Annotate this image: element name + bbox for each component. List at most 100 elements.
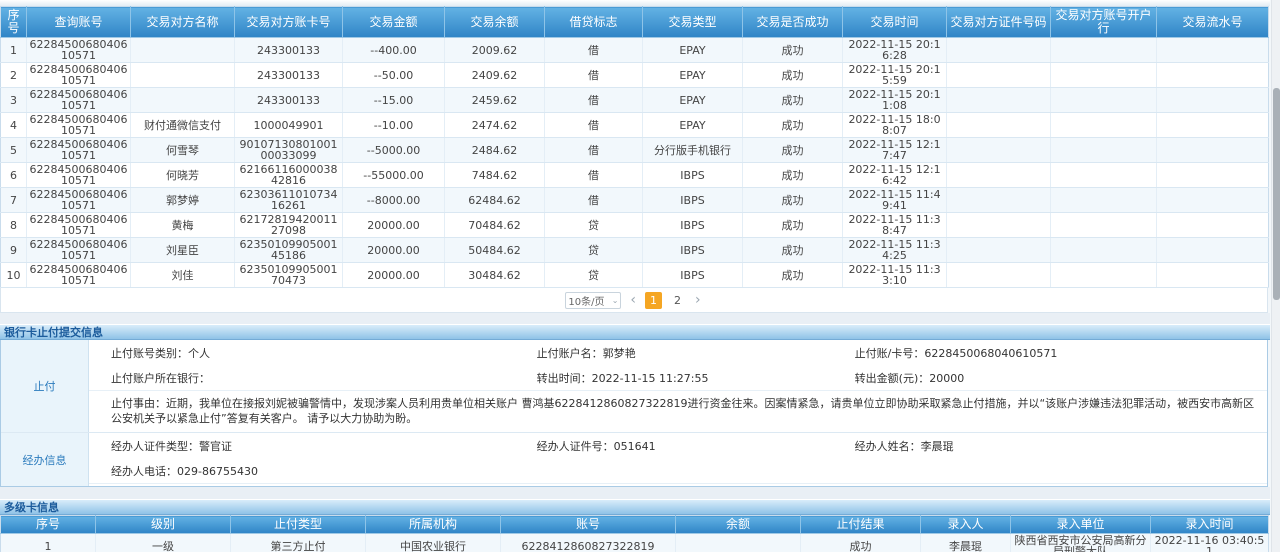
cell-balance: 2484.62 (445, 138, 545, 163)
cell-balance: 62484.62 (445, 188, 545, 213)
cell-bank (1051, 138, 1157, 163)
cell-serial (1157, 138, 1269, 163)
column-header: 录入人 (921, 516, 1011, 534)
cell-flag: 贷 (545, 263, 643, 288)
cell-amount: 20000.00 (343, 263, 445, 288)
cell-account: 6228450068040610571 (27, 38, 131, 63)
cell-name (131, 38, 235, 63)
column-header: 序号 (1, 516, 96, 534)
pagination-bar: 10条/页 ⌄ ‹ 1 2 › (0, 288, 1268, 313)
chevron-down-icon: ⌄ (612, 296, 619, 305)
cell-card: 9010713080100100033099 (235, 138, 343, 163)
cell-bank (1051, 113, 1157, 138)
field-operator-cert-no: 经办人证件号：051641 (537, 438, 855, 454)
cell-card: 6230361101073416261 (235, 188, 343, 213)
next-page-button[interactable]: › (693, 293, 703, 307)
cell-success: 成功 (743, 188, 843, 213)
cell-amount: --5000.00 (343, 138, 445, 163)
table-row: 46228450068040610571财付通微信支付1000049901--1… (1, 113, 1269, 138)
cell-flag: 借 (545, 63, 643, 88)
transactions-table: 序号查询账号交易对方名称交易对方账卡号交易金额交易余额借贷标志交易类型交易是否成… (0, 6, 1269, 288)
cell-account: 6228450068040610571 (27, 63, 131, 88)
cell-name: 刘星臣 (131, 238, 235, 263)
cell-bank (1051, 38, 1157, 63)
table-row: 96228450068040610571刘星臣62350109905001451… (1, 238, 1269, 263)
page-size-select[interactable]: 10条/页 ⌄ (565, 292, 621, 309)
prev-page-button[interactable]: ‹ (628, 293, 638, 307)
page-button-2[interactable]: 2 (669, 292, 686, 309)
cell-type: 分行版手机银行 (643, 138, 743, 163)
cell-flag: 贷 (545, 213, 643, 238)
cell-cert (947, 188, 1051, 213)
cell-time: 2022-11-16 03:40:51 (1151, 534, 1269, 552)
field-account-type: 止付账号类别：个人 (89, 345, 537, 361)
cell-bank (1051, 188, 1157, 213)
stop-payment-panel: 止付 止付账号类别：个人 止付账户名：郭梦艳 止付账/卡号：6228450068… (0, 340, 1268, 487)
column-header: 交易是否成功 (743, 7, 843, 38)
cell-success: 成功 (743, 63, 843, 88)
column-header: 余额 (676, 516, 801, 534)
cell-type: EPAY (643, 88, 743, 113)
column-header: 序号 (1, 7, 27, 38)
field-account-name: 止付账户名：郭梦艳 (537, 345, 855, 361)
field-operator-name: 经办人姓名：李晨琨 (855, 438, 1267, 454)
cell-seq: 9 (1, 238, 27, 263)
cell-seq: 1 (1, 534, 96, 552)
cell-balance (676, 534, 801, 552)
cell-account: 6228450068040610571 (27, 113, 131, 138)
cell-time: 2022-11-15 18:08:07 (843, 113, 947, 138)
table-row: 66228450068040610571何晓芳62166116000038428… (1, 163, 1269, 188)
page: 序号查询账号交易对方名称交易对方账卡号交易金额交易余额借贷标志交易类型交易是否成… (0, 0, 1280, 552)
column-header: 交易对方证件号码 (947, 7, 1051, 38)
cell-result: 成功 (801, 534, 921, 552)
cell-time: 2022-11-15 11:34:25 (843, 238, 947, 263)
cell-type: EPAY (643, 38, 743, 63)
cell-time: 2022-11-15 20:15:59 (843, 63, 947, 88)
field-row: 经办人证件类型：警官证 经办人证件号：051641 经办人姓名：李晨琨 (89, 433, 1267, 458)
column-header: 交易对方账号开户行 (1051, 7, 1157, 38)
page-button-1[interactable]: 1 (645, 292, 662, 309)
cell-card: 6216611600003842816 (235, 163, 343, 188)
operator-group-label: 经办信息 (1, 433, 89, 486)
cell-success: 成功 (743, 263, 843, 288)
cell-serial (1157, 113, 1269, 138)
cell-type: IBPS (643, 188, 743, 213)
cell-account: 6228450068040610571 (27, 238, 131, 263)
column-header: 账号 (501, 516, 676, 534)
cell-flag: 借 (545, 38, 643, 63)
cell-account: 6228450068040610571 (27, 263, 131, 288)
cell-time: 2022-11-15 20:11:08 (843, 88, 947, 113)
cell-card: 1000049901 (235, 113, 343, 138)
cell-bank (1051, 163, 1157, 188)
cell-time: 2022-11-15 11:38:47 (843, 213, 947, 238)
column-header: 录入单位 (1011, 516, 1151, 534)
cell-success: 成功 (743, 138, 843, 163)
table-row: 56228450068040610571何雪琴90107130801001000… (1, 138, 1269, 163)
cell-seq: 7 (1, 188, 27, 213)
cell-bank (1051, 263, 1157, 288)
cell-card: 6235010990500170473 (235, 263, 343, 288)
cell-flag: 借 (545, 163, 643, 188)
cell-card: 6217281942001127098 (235, 213, 343, 238)
table-row: 16228450068040610571243300133--400.00200… (1, 38, 1269, 63)
operator-fields: 经办人证件类型：警官证 经办人证件号：051641 经办人姓名：李晨琨 经办人电… (89, 433, 1267, 486)
transactions-body: 16228450068040610571243300133--400.00200… (1, 38, 1269, 288)
cell-unit: 陕西省西安市公安局高新分局刑警大队 (1011, 534, 1151, 552)
cell-cert (947, 88, 1051, 113)
cell-serial (1157, 263, 1269, 288)
cell-type: IBPS (643, 213, 743, 238)
cell-account: 6228450068040610571 (27, 163, 131, 188)
multi-card-header: 序号级别止付类型所属机构账号余额止付结果录入人录入单位录入时间 (1, 516, 1269, 534)
scrollbar-thumb[interactable] (1273, 88, 1280, 300)
cell-flag: 借 (545, 188, 643, 213)
page-size-label: 10条/页 (568, 293, 604, 308)
cell-bank (1051, 213, 1157, 238)
cell-seq: 2 (1, 63, 27, 88)
stop-payment-reason: 止付事由：近期，我单位在接报刘妮被骗警情中，发现涉案人员利用贵单位相关账户 曹鸿… (89, 390, 1267, 432)
cell-balance: 2459.62 (445, 88, 545, 113)
cell-balance: 30484.62 (445, 263, 545, 288)
column-header: 交易时间 (843, 7, 947, 38)
cell-card: 243300133 (235, 38, 343, 63)
field-row: 经办人电话：029-86755430 (89, 458, 1267, 483)
vertical-scrollbar[interactable] (1271, 0, 1280, 552)
